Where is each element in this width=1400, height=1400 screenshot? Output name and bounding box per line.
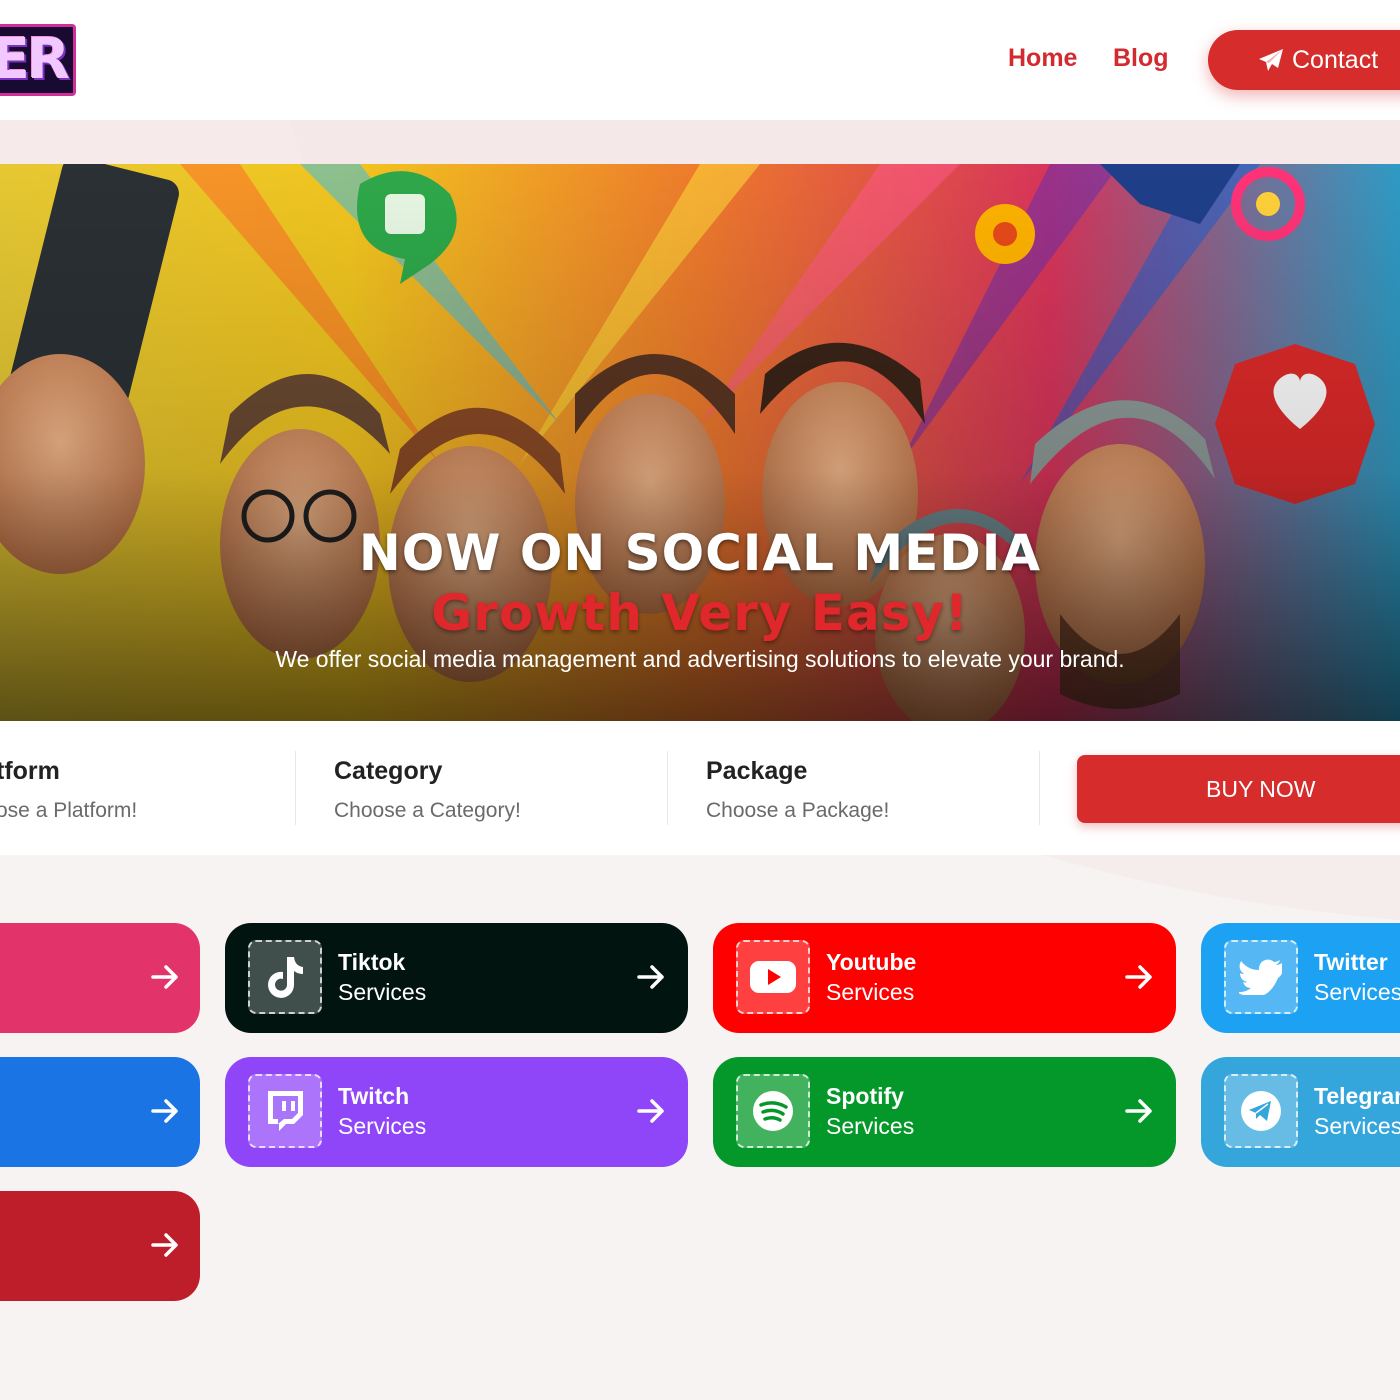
service-card-partial[interactable]: [0, 923, 200, 1033]
twitter-icon: [1224, 940, 1298, 1014]
contact-label: Contact: [1292, 45, 1379, 74]
service-subtitle: Services: [826, 979, 915, 1005]
platform-hint: ose a Platform!: [0, 799, 138, 822]
divider: [667, 751, 668, 825]
nav-blog-link[interactable]: Blog: [1113, 44, 1169, 73]
service-subtitle: Services: [338, 979, 427, 1005]
service-card-tiktok[interactable]: Tiktok Services: [225, 923, 688, 1033]
nav-home-link[interactable]: Home: [1008, 44, 1077, 73]
service-card-spotify[interactable]: Spotify Services: [713, 1057, 1176, 1167]
package-hint: Choose a Package!: [706, 799, 890, 822]
buy-now-button[interactable]: BUY NOW: [1077, 755, 1400, 823]
twitch-icon: [248, 1074, 322, 1148]
contact-button[interactable]: Contact: [1208, 30, 1400, 90]
arrow-right-icon: [637, 1099, 664, 1123]
service-card-youtube[interactable]: Youtube Services: [713, 923, 1176, 1033]
service-card-twitter[interactable]: Twitter Services: [1201, 923, 1400, 1033]
service-card-partial[interactable]: [0, 1191, 200, 1301]
category-hint: Choose a Category!: [334, 799, 521, 822]
arrow-right-icon: [1125, 965, 1152, 989]
hero-banner: NOW ON SOCIAL MEDIA Growth Very Easy! We…: [0, 164, 1400, 721]
service-subtitle: Services: [1314, 979, 1400, 1005]
arrow-right-icon: [151, 1099, 178, 1123]
service-name: Twitch: [338, 1083, 410, 1109]
package-select[interactable]: Package Choose a Package!: [706, 757, 889, 823]
arrow-right-icon: [151, 1233, 178, 1257]
arrow-right-icon: [637, 965, 664, 989]
divider: [295, 751, 296, 825]
arrow-right-icon: [1125, 1099, 1152, 1123]
youtube-icon: [736, 940, 810, 1014]
hero-description: We offer social media management and adv…: [275, 646, 1125, 672]
service-card-twitch[interactable]: Twitch Services: [225, 1057, 688, 1167]
order-selector-bar: tform ose a Platform! Category Choose a …: [0, 721, 1400, 855]
site-header: ER Home Blog Contact: [0, 0, 1400, 120]
platform-select[interactable]: tform ose a Platform!: [0, 757, 137, 823]
package-label: Package: [706, 757, 808, 785]
tiktok-icon: [248, 940, 322, 1014]
category-label: Category: [334, 757, 443, 785]
arrow-right-icon: [151, 965, 178, 989]
platform-label: tform: [0, 757, 60, 785]
hero-title: NOW ON SOCIAL MEDIA: [358, 524, 1042, 582]
service-card-partial[interactable]: [0, 1057, 200, 1167]
service-name: Spotify: [826, 1083, 904, 1109]
service-name: Twitter: [1314, 949, 1388, 975]
service-name: Telegram: [1314, 1083, 1400, 1109]
divider: [1039, 751, 1040, 825]
telegram-icon: [1224, 1074, 1298, 1148]
service-subtitle: Services: [1314, 1113, 1400, 1139]
service-name: Tiktok: [338, 949, 406, 975]
category-select[interactable]: Category Choose a Category!: [334, 757, 521, 823]
service-subtitle: Services: [338, 1113, 427, 1139]
site-logo[interactable]: ER: [0, 24, 76, 96]
spotify-icon: [736, 1074, 810, 1148]
service-subtitle: Services: [826, 1113, 915, 1139]
paper-plane-icon: [1259, 49, 1283, 71]
service-name: Youtube: [826, 949, 917, 975]
hero-subtitle: Growth Very Easy!: [431, 584, 969, 642]
service-card-telegram[interactable]: Telegram Services: [1201, 1057, 1400, 1167]
logo-text: ER: [0, 27, 70, 92]
